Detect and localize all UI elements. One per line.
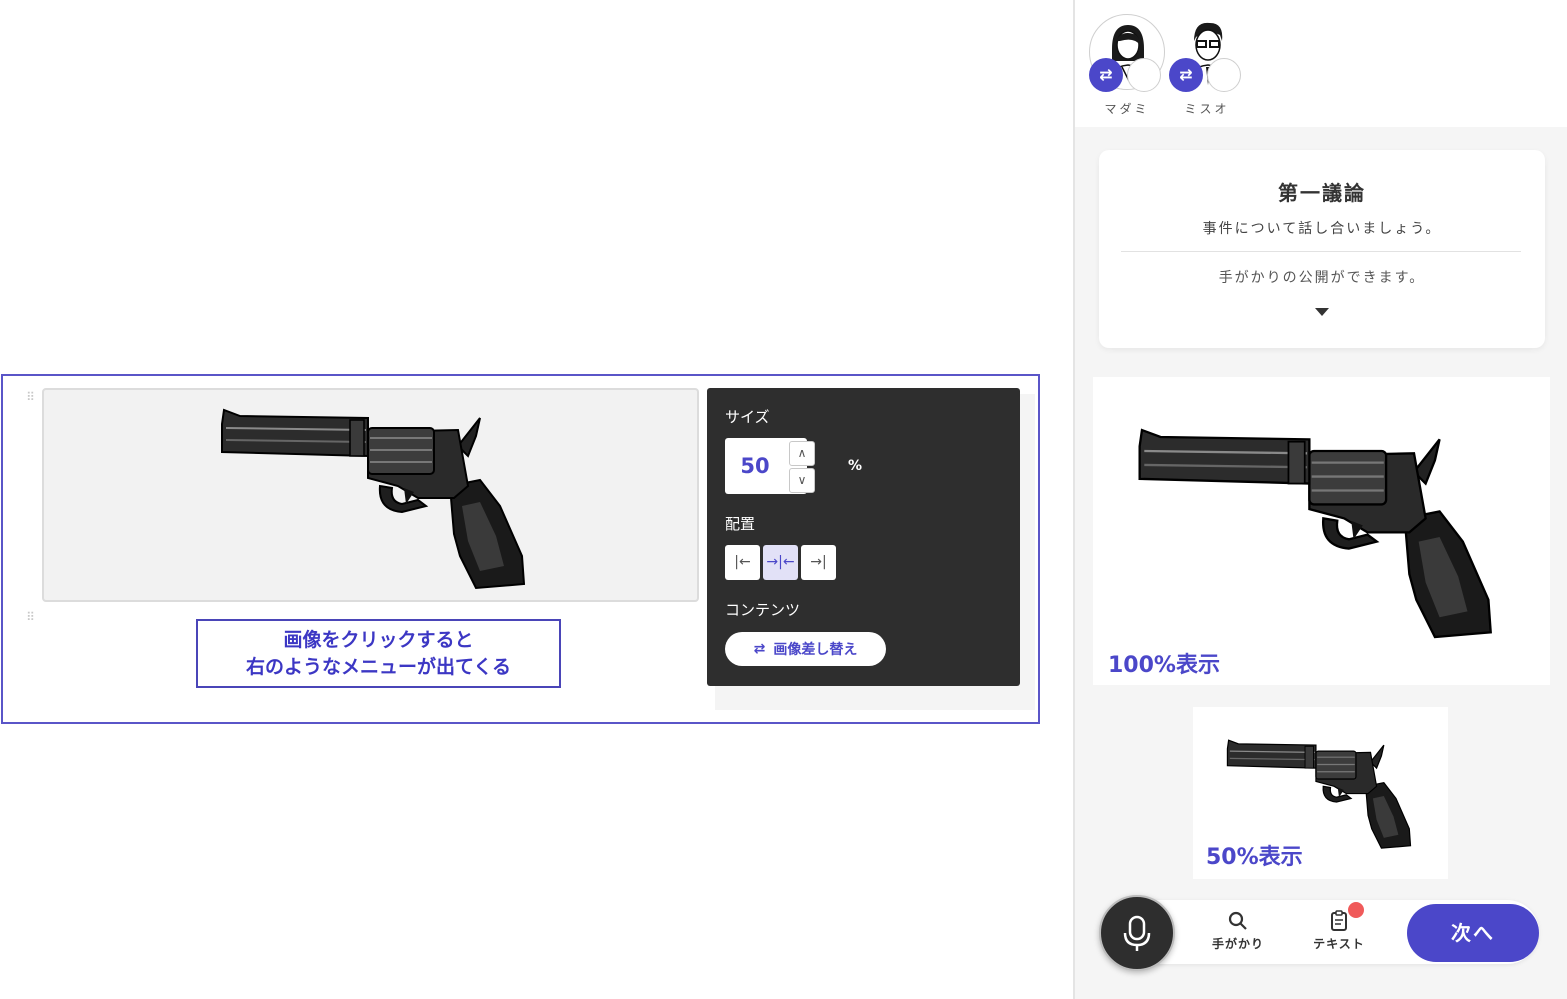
align-right-button[interactable]: →| bbox=[801, 545, 836, 580]
image-settings-panel: サイズ 50 ∧ ∨ % 配置 |← →|← →| コンテンツ ⇄ 画像差し替え bbox=[707, 388, 1020, 686]
replace-image-label: 画像差し替え bbox=[773, 642, 858, 658]
align-center-icon: →|← bbox=[766, 554, 795, 570]
player-name: ミスオ bbox=[1184, 102, 1230, 116]
image-block[interactable] bbox=[42, 388, 699, 602]
microphone-icon bbox=[1123, 915, 1151, 951]
align-label: 配置 bbox=[725, 515, 756, 533]
search-icon bbox=[1228, 911, 1247, 930]
phase-card[interactable]: 第一議論 事件について話し合いましょう。 手がかりの公開ができます。 bbox=[1099, 150, 1545, 348]
swap-icon[interactable]: ⇄ bbox=[1169, 58, 1203, 92]
phase-title: 第一議論 bbox=[1278, 181, 1366, 205]
content-label: コンテンツ bbox=[725, 601, 801, 619]
callout-line-1: 画像をクリックすると bbox=[283, 629, 474, 651]
nav-text-label: テキスト bbox=[1313, 937, 1365, 951]
next-button[interactable]: 次へ bbox=[1407, 904, 1539, 962]
chevron-up-icon: ∧ bbox=[797, 446, 807, 460]
align-right-icon: →| bbox=[810, 554, 827, 570]
divider bbox=[1121, 251, 1521, 252]
revolver-image[interactable] bbox=[218, 406, 538, 598]
nav-clues[interactable]: 手がかり bbox=[1198, 910, 1278, 952]
notification-badge bbox=[1348, 902, 1364, 918]
preview-50-percent: 50%表示 bbox=[1193, 707, 1448, 879]
nav-text[interactable]: テキスト bbox=[1299, 910, 1379, 952]
phase-note: 手がかりの公開ができます。 bbox=[1218, 270, 1426, 286]
drag-handle-icon[interactable]: ⠿ bbox=[25, 391, 37, 412]
mic-button[interactable] bbox=[1099, 895, 1175, 971]
replace-image-button[interactable]: ⇄ 画像差し替え bbox=[725, 632, 886, 666]
size-increment-button[interactable]: ∧ bbox=[789, 441, 815, 466]
clipboard-icon bbox=[1331, 910, 1347, 931]
secondary-avatar-slot bbox=[1207, 58, 1241, 92]
annotation-callout: 画像をクリックすると 右のようなメニューが出てくる bbox=[196, 619, 561, 688]
revolver-image bbox=[1226, 739, 1412, 849]
preview-50-label: 50%表示 bbox=[1206, 845, 1303, 870]
callout-line-2: 右のようなメニューが出てくる bbox=[245, 656, 512, 678]
canvas: ⠿ ⠿ 画像をクリックすると 右のようなメニューが出てくる サイズ 50 ∧ ∨… bbox=[0, 0, 1567, 999]
swap-arrows-icon: ⇄ bbox=[753, 641, 766, 657]
nav-clues-label: 手がかり bbox=[1211, 937, 1264, 951]
player-header: ⇄ マダミ ⇄ ミスオ bbox=[1075, 0, 1567, 127]
game-app-panel: ⇄ マダミ ⇄ ミスオ 第一議論 事件について話し合いましょう。 手がかりの公開… bbox=[1073, 0, 1567, 999]
secondary-avatar-slot bbox=[1127, 58, 1161, 92]
preview-100-percent: 100%表示 bbox=[1093, 377, 1550, 685]
phase-subtitle: 事件について話し合いましょう。 bbox=[1202, 221, 1442, 237]
align-left-icon: |← bbox=[734, 554, 751, 570]
align-left-button[interactable]: |← bbox=[725, 545, 760, 580]
revolver-image bbox=[1138, 428, 1492, 639]
align-center-button[interactable]: →|← bbox=[763, 545, 798, 580]
swap-icon[interactable]: ⇄ bbox=[1089, 58, 1123, 92]
preview-100-label: 100%表示 bbox=[1108, 653, 1220, 678]
align-button-group: |← →|← →| bbox=[725, 545, 836, 580]
size-unit: % bbox=[848, 458, 863, 474]
size-label: サイズ bbox=[725, 408, 770, 426]
chevron-down-icon: ∨ bbox=[797, 473, 807, 487]
player-card[interactable]: ⇄ マダミ bbox=[1077, 14, 1165, 118]
annotation-frame: ⠿ ⠿ 画像をクリックすると 右のようなメニューが出てくる サイズ 50 ∧ ∨… bbox=[1, 374, 1040, 724]
player-card[interactable]: ⇄ ミスオ bbox=[1157, 14, 1245, 118]
caret-down-icon[interactable] bbox=[1315, 308, 1329, 316]
size-decrement-button[interactable]: ∨ bbox=[789, 468, 815, 493]
drag-handle-icon[interactable]: ⠿ bbox=[25, 611, 37, 632]
